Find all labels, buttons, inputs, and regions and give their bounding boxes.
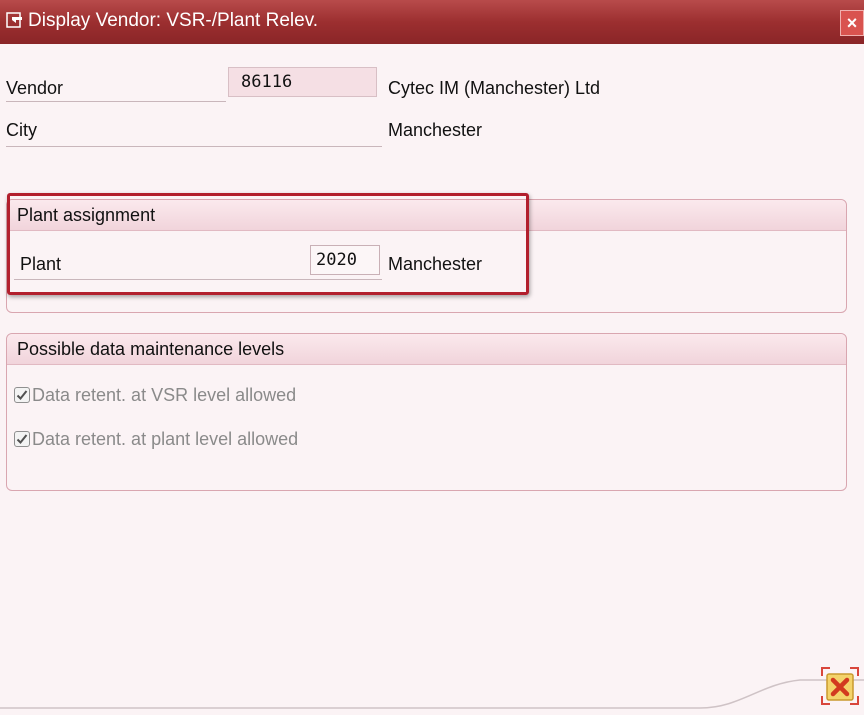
cancel-button[interactable]: [820, 666, 860, 706]
cancel-icon: [821, 667, 859, 705]
vendor-dialog: Display Vendor: VSR-/Plant Relev. × Vend…: [0, 0, 864, 715]
footer-separator: [0, 679, 864, 709]
